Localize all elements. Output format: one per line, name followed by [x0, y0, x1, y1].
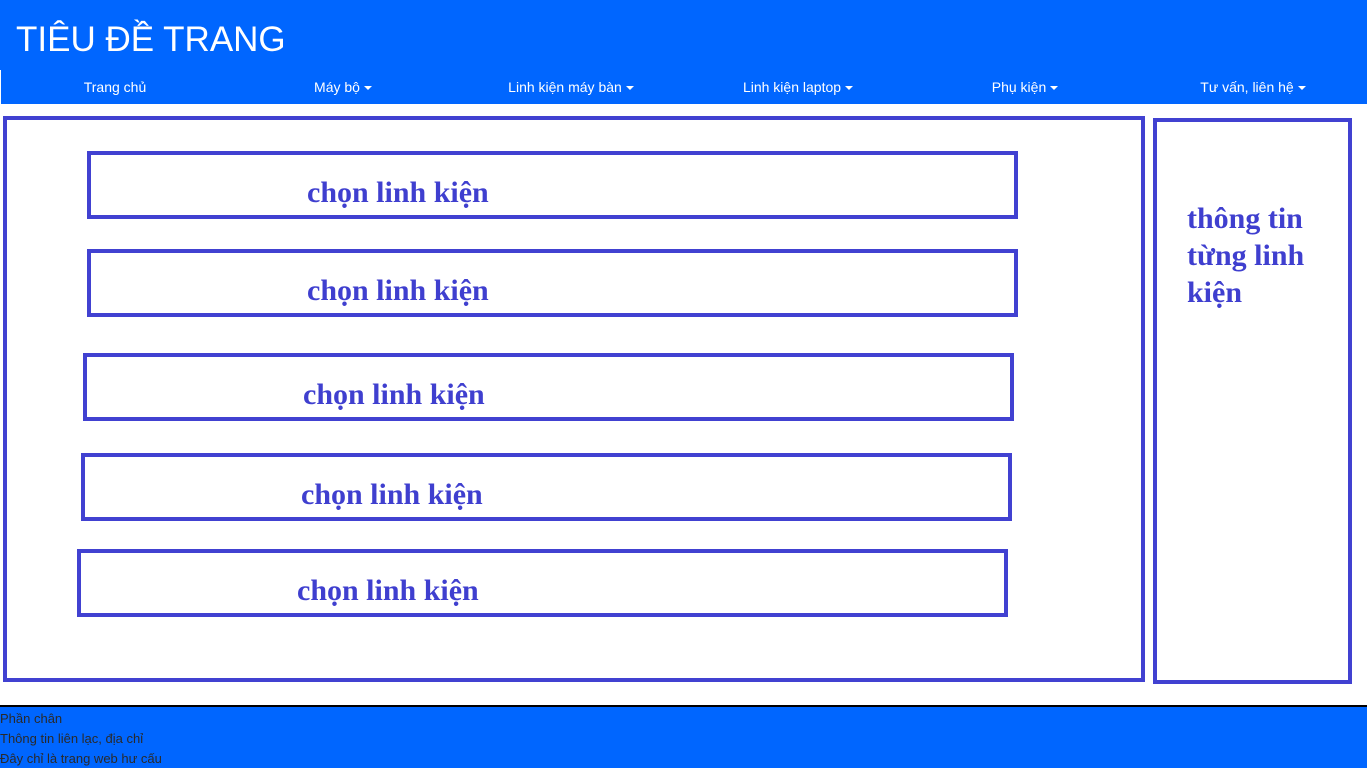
nav-item-label: Trang chủ [83, 79, 147, 95]
part-selector-box[interactable]: chọn linh kiện [87, 151, 1018, 219]
nav-item-label: Tư vấn, liên hệ [1200, 79, 1294, 95]
page-title: TIÊU ĐỀ TRANG [16, 20, 286, 59]
nav-item-linh-kien-laptop[interactable]: Linh kiện laptop [684, 70, 912, 104]
part-selector-box[interactable]: chọn linh kiện [83, 353, 1014, 421]
caret-down-icon [1297, 86, 1306, 91]
nav-item-linh-kien-may-ban[interactable]: Linh kiện máy bàn [457, 70, 685, 104]
nav-item-may-bo[interactable]: Máy bộ [229, 70, 457, 104]
caret-down-icon [1050, 86, 1059, 91]
nav-item-label: Linh kiện máy bàn [508, 79, 622, 95]
part-selector-label: chọn linh kiện [303, 378, 485, 411]
page-footer: Phần chân Thông tin liên lạc, địa chỉ Đâ… [0, 705, 1367, 768]
nav-item-label: Máy bộ [314, 79, 360, 95]
part-selector-box[interactable]: chọn linh kiện [87, 249, 1018, 317]
caret-down-icon [845, 86, 854, 91]
part-selector-box[interactable]: chọn linh kiện [77, 549, 1008, 617]
nav-item-label: Linh kiện laptop [742, 79, 842, 95]
component-info-panel: thông tin từng linh kiện [1153, 118, 1352, 684]
part-selector-label: chọn linh kiện [307, 274, 489, 307]
nav-item-phu-kien[interactable]: Phụ kiện [911, 70, 1139, 104]
footer-contact-info: Thông tin liên lạc, địa chỉ [0, 731, 144, 746]
part-selector-box[interactable]: chọn linh kiện [81, 453, 1012, 521]
nav-item-label: Phụ kiện [991, 79, 1047, 95]
nav-item-home[interactable]: Trang chủ [1, 70, 229, 104]
nav-item-tu-van-lien-he[interactable]: Tư vấn, liên hệ [1139, 70, 1367, 104]
part-selector-label: chọn linh kiện [297, 574, 479, 607]
footer-disclaimer: Đây chỉ là trang web hư cấu [0, 751, 162, 766]
page-header: TIÊU ĐỀ TRANG [0, 0, 1367, 70]
footer-title: Phần chân [0, 711, 63, 726]
component-info-text: thông tin từng linh kiện [1187, 202, 1305, 309]
caret-down-icon [625, 86, 634, 91]
part-selector-label: chọn linh kiện [301, 478, 483, 511]
caret-down-icon [363, 86, 372, 91]
part-selector-label: chọn linh kiện [307, 176, 489, 209]
main-navbar: Trang chủ Máy bộ Linh kiện máy bàn Linh … [1, 70, 1367, 104]
